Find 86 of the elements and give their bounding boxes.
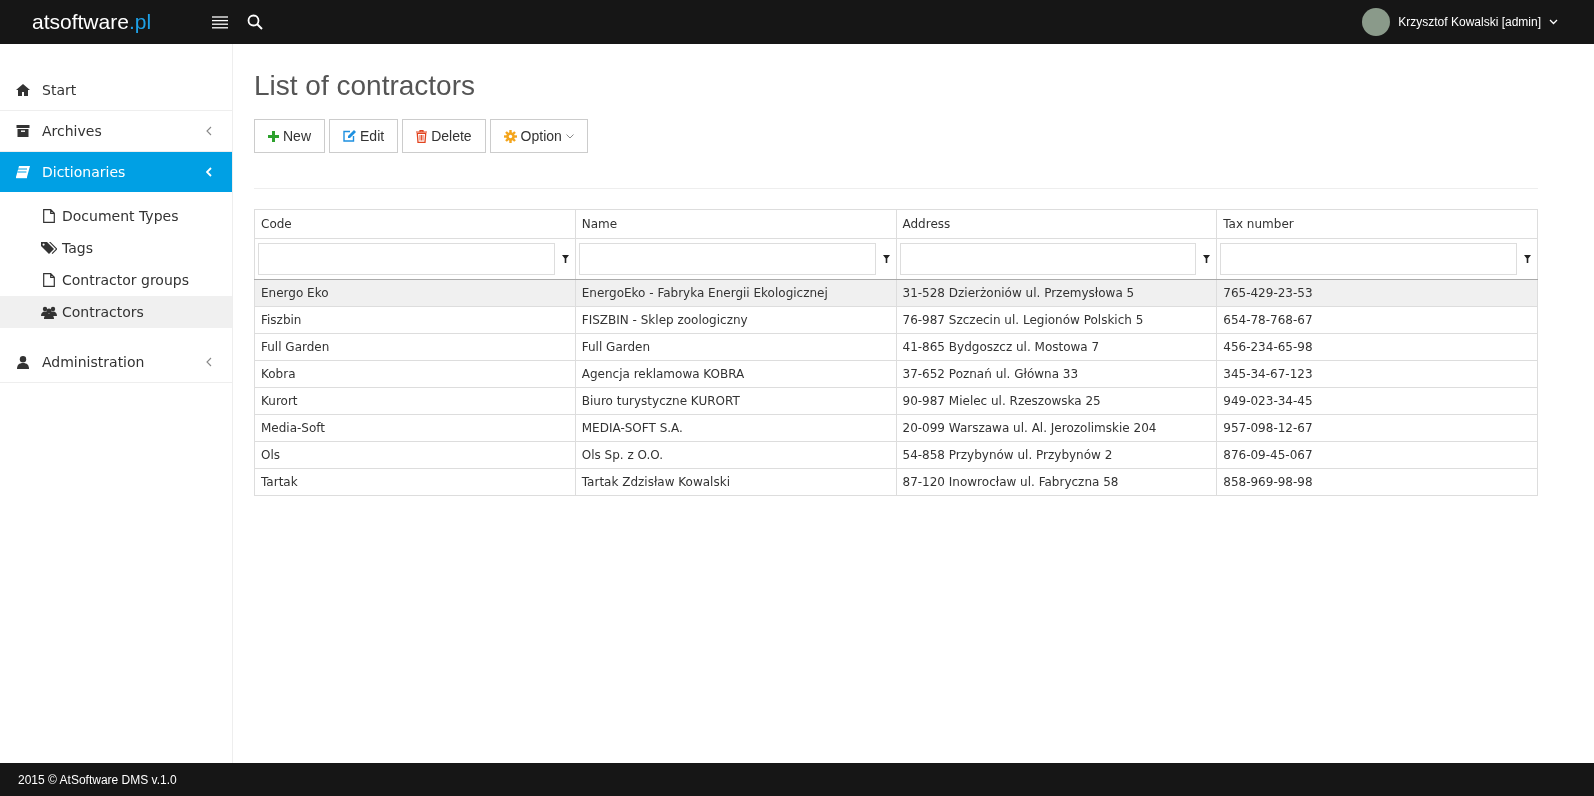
filter-icon[interactable] [561,255,569,263]
chevron-icon [206,357,212,367]
filter-icon[interactable] [882,255,890,263]
file-icon [41,209,57,223]
trash-icon [416,129,428,143]
table-cell: Full Garden [261,340,330,354]
table-cell: Agencja reklamowa KOBRA [581,367,745,381]
table-cell: Ols [261,448,281,462]
table-row[interactable]: Kobra Agencja reklamowa KOBRA 37-652 Poznań ul. Główna 33 345-34-67-123 [254,360,1538,388]
table-row[interactable]: Ols Ols Sp. z O.O. 54-858 Przybynów ul. Przybynów 2 876-09-45-067 [254,441,1538,469]
table-cell: Biuro turystyczne KURORT [581,394,740,408]
edit-icon [343,130,356,142]
chevron-icon [206,167,212,177]
table-cell: FISZBIN - Sklep zoologiczny [581,313,748,327]
filter-icon[interactable] [1203,255,1211,263]
user-icon [16,355,30,369]
sidebar-subitem[interactable]: Contractor groups [0,264,232,296]
table-cell: Energo Eko [261,286,329,300]
table-cell: Full Garden [581,340,651,354]
table-cell: Fiszbin [261,313,302,327]
column-header[interactable]: Code [254,209,576,239]
table-cell: 876-09-45-067 [1223,448,1313,462]
logo[interactable]: atsoftware.pl [32,10,208,34]
table-cell: 949-023-34-45 [1223,394,1313,408]
table-cell: 957-098-12-67 [1223,421,1313,435]
table-row[interactable]: Kurort Biuro turystyczne KURORT 90-987 Mielec ul. Rzeszowska 25 949-023-34-45 [254,387,1538,415]
column-header[interactable]: Address [896,209,1217,239]
tags-icon [41,241,57,255]
sidebar-item[interactable]: Administration [0,342,232,383]
table-row[interactable]: Tartak Tartak Zdzisław Kowalski 87-120 Inowrocław ul. Fabryczna 58 858-969-98-98 [254,468,1538,496]
plus-icon [268,130,279,142]
chevron-icon [206,126,212,136]
table-cell: 76-987 Szczecin ul. Legionów Polskich 5 [902,313,1144,327]
table-cell: Media-Soft [261,421,326,435]
column-header[interactable]: Name [575,209,896,239]
table-cell: Kobra [261,367,296,381]
caret-icon [565,133,574,139]
sidebar-subitem[interactable]: Tags [0,232,232,264]
option-button[interactable]: Option [489,119,588,153]
page-title: List of contractors [254,70,476,102]
filter-field[interactable] [578,243,876,275]
table-cell: EnergoEko - Fabryka Energii Ekologicznej [581,286,828,300]
table-cell: 765-429-23-53 [1223,286,1313,300]
column-header[interactable]: Tax number [1216,209,1538,239]
filter-field[interactable] [899,243,1197,275]
sidebar-subitem[interactable]: Document Types [0,200,232,232]
home-icon [16,84,30,96]
search-icon[interactable] [247,14,263,30]
avatar[interactable] [1362,8,1391,36]
gear-icon [503,129,517,143]
caret-icon[interactable] [1549,19,1558,25]
users-icon [41,305,57,319]
table-cell: 87-120 Inowrocław ul. Fabryczna 58 [902,475,1119,489]
table-row[interactable]: Fiszbin FISZBIN - Sklep zoologiczny 76-987 Szczecin ul. Legionów Polskich 5 654-78-768-67 [254,306,1538,334]
filter-field[interactable] [1220,243,1517,275]
delete-button[interactable]: Delete [402,119,486,153]
table-cell: 37-652 Poznań ul. Główna 33 [902,367,1079,381]
footer-text: 2015 © AtSoftware DMS v.1.0 [18,772,177,787]
table-cell: 345-34-67-123 [1223,367,1313,381]
table-cell: MEDIA-SOFT S.A. [581,421,683,435]
table-cell: 858-969-98-98 [1223,475,1313,489]
menu-icon[interactable] [212,15,228,29]
table-row[interactable]: Media-Soft MEDIA-SOFT S.A. 20-099 Warszawa ul. Al. Jerozolimskie 204 957-098-12-67 [254,414,1538,442]
table-cell: 41-865 Bydgoszcz ul. Mostowa 7 [902,340,1100,354]
sidebar-item[interactable]: Start [0,70,232,111]
filter-field[interactable] [258,243,555,275]
user-name[interactable]: Krzysztof Kowalski [admin] [1398,15,1541,29]
table-row[interactable]: Full Garden Full Garden 41-865 Bydgoszcz ul. Mostowa 7 456-234-65-98 [254,333,1538,361]
table-cell: 54-858 Przybynów ul. Przybynów 2 [902,448,1113,462]
archive-icon [16,125,30,137]
table-cell: 31-528 Dzierżoniów ul. Przemysłowa 5 [902,286,1135,300]
table-cell: Kurort [261,394,298,408]
book-icon [16,165,30,179]
file-icon [41,273,57,287]
table-cell: 90-987 Mielec ul. Rzeszowska 25 [902,394,1101,408]
table-cell: 654-78-768-67 [1223,313,1313,327]
table-cell: Ols Sp. z O.O. [581,448,664,462]
table-cell: Tartak [261,475,298,489]
new-button[interactable]: New [254,119,325,153]
table-cell: 20-099 Warszawa ul. Al. Jerozolimskie 204 [902,421,1157,435]
table-cell: Tartak Zdzisław Kowalski [581,475,730,489]
filter-icon[interactable] [1524,255,1531,263]
table-row[interactable]: Energo Eko EnergoEko - Fabryka Energii Ekologicznej 31-528 Dzierżoniów ul. Przemysłowa 5 765-429-23-53 [254,279,1538,307]
sidebar-subitem[interactable]: Contractors [0,296,232,328]
edit-button[interactable]: Edit [329,119,399,153]
table-cell: 456-234-65-98 [1223,340,1313,354]
